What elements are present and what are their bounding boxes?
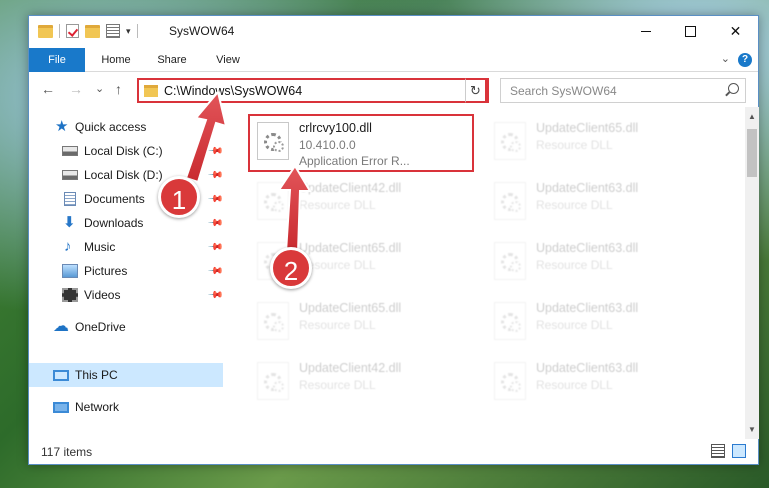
callout-arrows	[184, 89, 312, 253]
arrow-to-address-bar	[184, 89, 228, 184]
step-2-badge: 2	[270, 247, 312, 289]
arrow-to-file	[277, 164, 312, 253]
step-1-badge: 1	[158, 176, 200, 218]
